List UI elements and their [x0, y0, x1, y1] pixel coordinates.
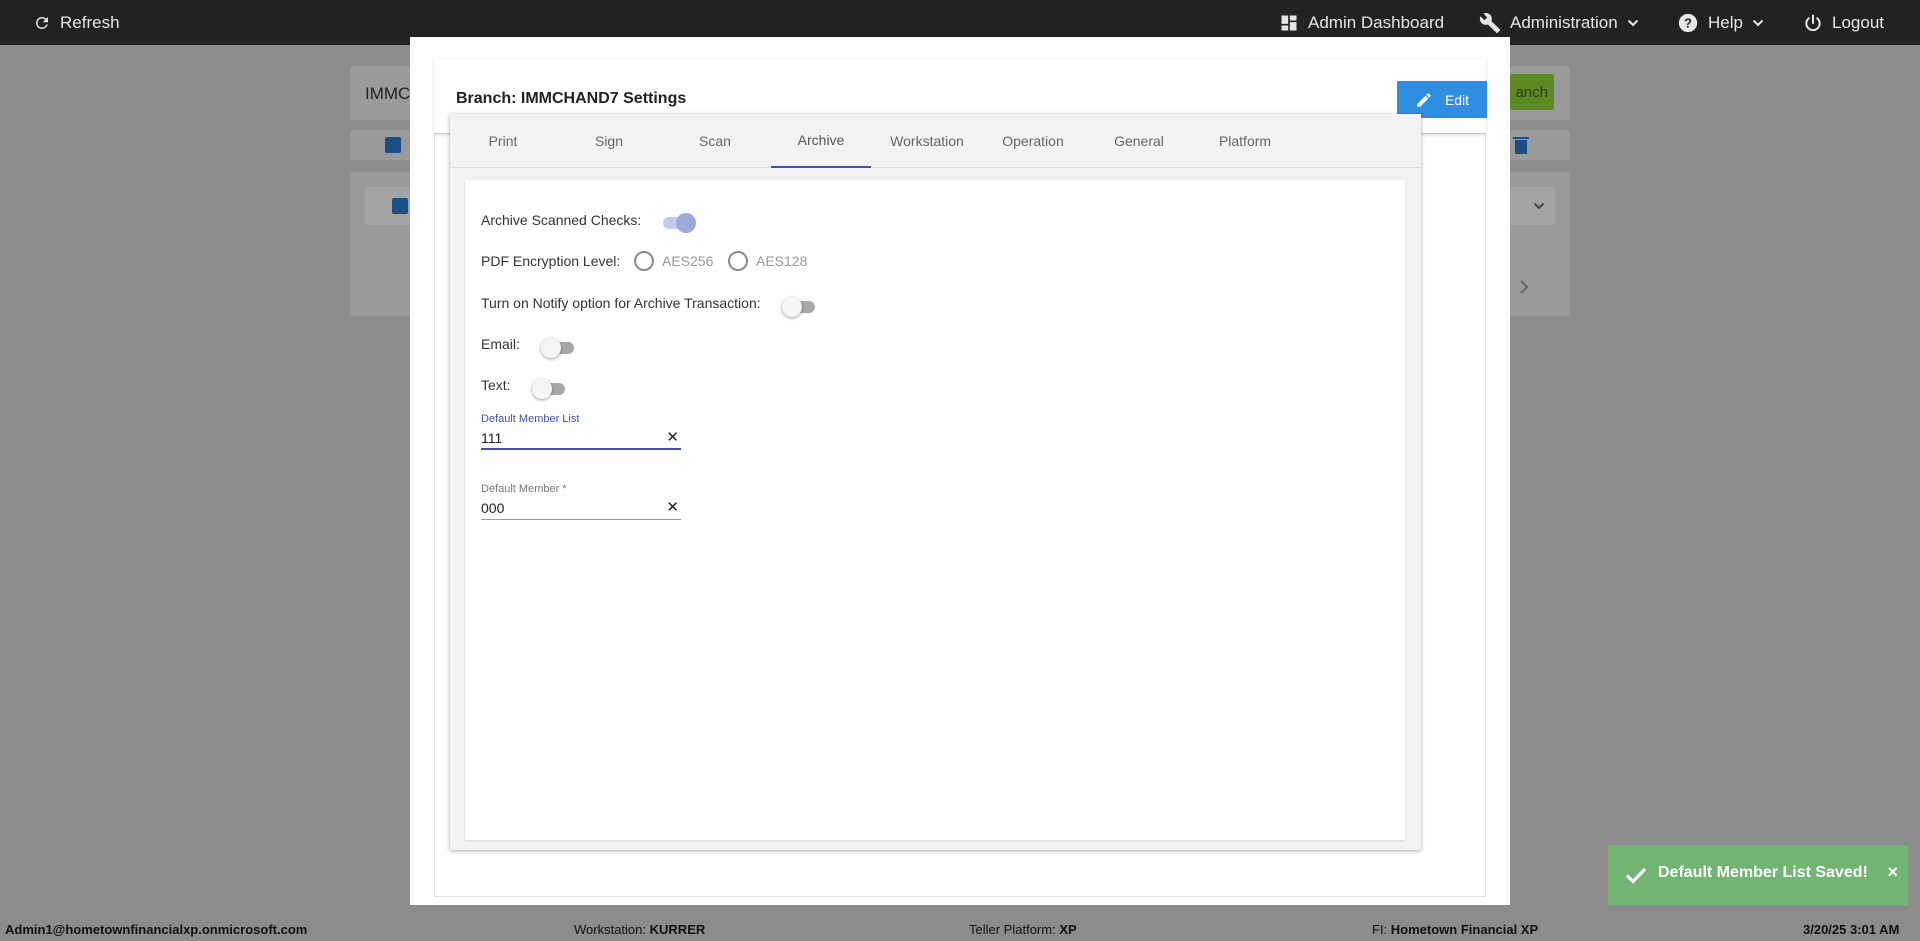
- tab-platform[interactable]: Platform: [1195, 114, 1295, 168]
- refresh-icon: [33, 14, 51, 32]
- clear-icon[interactable]: ✕: [666, 498, 679, 518]
- default-member-list-label: Default Member List: [481, 413, 580, 425]
- notify-archive-toggle[interactable]: [782, 297, 818, 317]
- branch-row-checkbox[interactable]: [392, 198, 408, 214]
- power-icon: [1803, 13, 1823, 33]
- tab-workstation[interactable]: Workstation: [877, 114, 977, 168]
- pdf-encryption-label: PDF Encryption Level:: [481, 253, 621, 269]
- clear-icon[interactable]: ✕: [666, 428, 679, 448]
- email-toggle[interactable]: [541, 338, 577, 358]
- status-bar: Admin1@hometownfinancialxp.onmicrosoft.c…: [0, 918, 1920, 941]
- close-icon[interactable]: ×: [1887, 862, 1898, 883]
- add-branch-button[interactable]: anch: [1510, 74, 1554, 110]
- default-member-field[interactable]: ✕: [481, 498, 681, 520]
- admin-dashboard-label: Admin Dashboard: [1308, 12, 1445, 32]
- modal-title: Branch: IMMCHAND7 Settings: [456, 90, 687, 107]
- edit-button[interactable]: Edit: [1397, 81, 1487, 118]
- archive-scanned-checks-label: Archive Scanned Checks:: [481, 212, 642, 228]
- add-branch-label: anch: [1515, 83, 1548, 101]
- select-all-checkbox[interactable]: [385, 137, 401, 153]
- email-label: Email:: [481, 336, 520, 352]
- tab-general[interactable]: General: [1089, 114, 1189, 168]
- pencil-icon: [1415, 91, 1433, 109]
- default-member-input[interactable]: [481, 498, 661, 518]
- current-user: Admin1@hometownfinancialxp.onmicrosoft.c…: [5, 922, 308, 937]
- chevron-down-icon[interactable]: [1533, 199, 1545, 217]
- branch-search-input[interactable]: IMMC: [365, 84, 410, 104]
- chevron-down-icon: [1627, 17, 1639, 29]
- svg-text:?: ?: [1684, 15, 1692, 30]
- archive-settings-panel: Archive Scanned Checks: PDF Encryption L…: [465, 180, 1405, 840]
- tab-scan[interactable]: Scan: [665, 114, 765, 168]
- default-member-list-input[interactable]: [481, 428, 661, 448]
- datetime: 3/20/25 3:01 AM: [1803, 922, 1900, 937]
- tab-operation[interactable]: Operation: [983, 114, 1083, 168]
- refresh-button[interactable]: Refresh: [33, 0, 120, 45]
- chevron-down-icon: [1752, 17, 1764, 29]
- logout-label: Logout: [1832, 12, 1884, 32]
- help-icon: ?: [1677, 12, 1699, 34]
- help-label: Help: [1708, 12, 1743, 32]
- text-toggle[interactable]: [532, 379, 568, 399]
- help-menu[interactable]: ? Help: [1677, 0, 1764, 45]
- workstation-info: Workstation: KURRER: [574, 922, 706, 937]
- settings-card: Print Sign Scan Archive Workstation Oper…: [450, 114, 1421, 850]
- administration-label: Administration: [1510, 12, 1618, 32]
- dashboard-icon: [1279, 13, 1299, 33]
- toast-message: Default Member List Saved!: [1658, 864, 1868, 881]
- trash-icon[interactable]: [1513, 136, 1529, 159]
- aes256-radio[interactable]: [634, 251, 654, 271]
- success-toast: Default Member List Saved! ×: [1608, 845, 1908, 905]
- text-label: Text:: [481, 377, 511, 393]
- logout-button[interactable]: Logout: [1803, 0, 1884, 45]
- notify-archive-label: Turn on Notify option for Archive Transa…: [481, 295, 761, 311]
- default-member-label: Default Member *: [481, 483, 567, 495]
- aes128-radio[interactable]: [728, 251, 748, 271]
- tab-print[interactable]: Print: [453, 114, 553, 168]
- wrench-icon: [1479, 12, 1501, 34]
- fi-info: FI: Hometown Financial XP: [1372, 922, 1539, 937]
- tab-sign[interactable]: Sign: [559, 114, 659, 168]
- aes256-label: AES256: [662, 253, 714, 269]
- edit-label: Edit: [1444, 91, 1470, 108]
- teller-platform-info: Teller Platform: XP: [969, 922, 1077, 937]
- aes128-label: AES128: [756, 253, 808, 269]
- refresh-label: Refresh: [60, 12, 120, 32]
- archive-scanned-checks-toggle[interactable]: [660, 213, 696, 233]
- settings-tabs: Print Sign Scan Archive Workstation Oper…: [450, 114, 1421, 168]
- chevron-right-icon[interactable]: [1518, 280, 1530, 299]
- default-member-list-field[interactable]: ✕: [481, 428, 681, 450]
- tab-archive[interactable]: Archive: [771, 114, 871, 168]
- check-icon: [1624, 863, 1648, 892]
